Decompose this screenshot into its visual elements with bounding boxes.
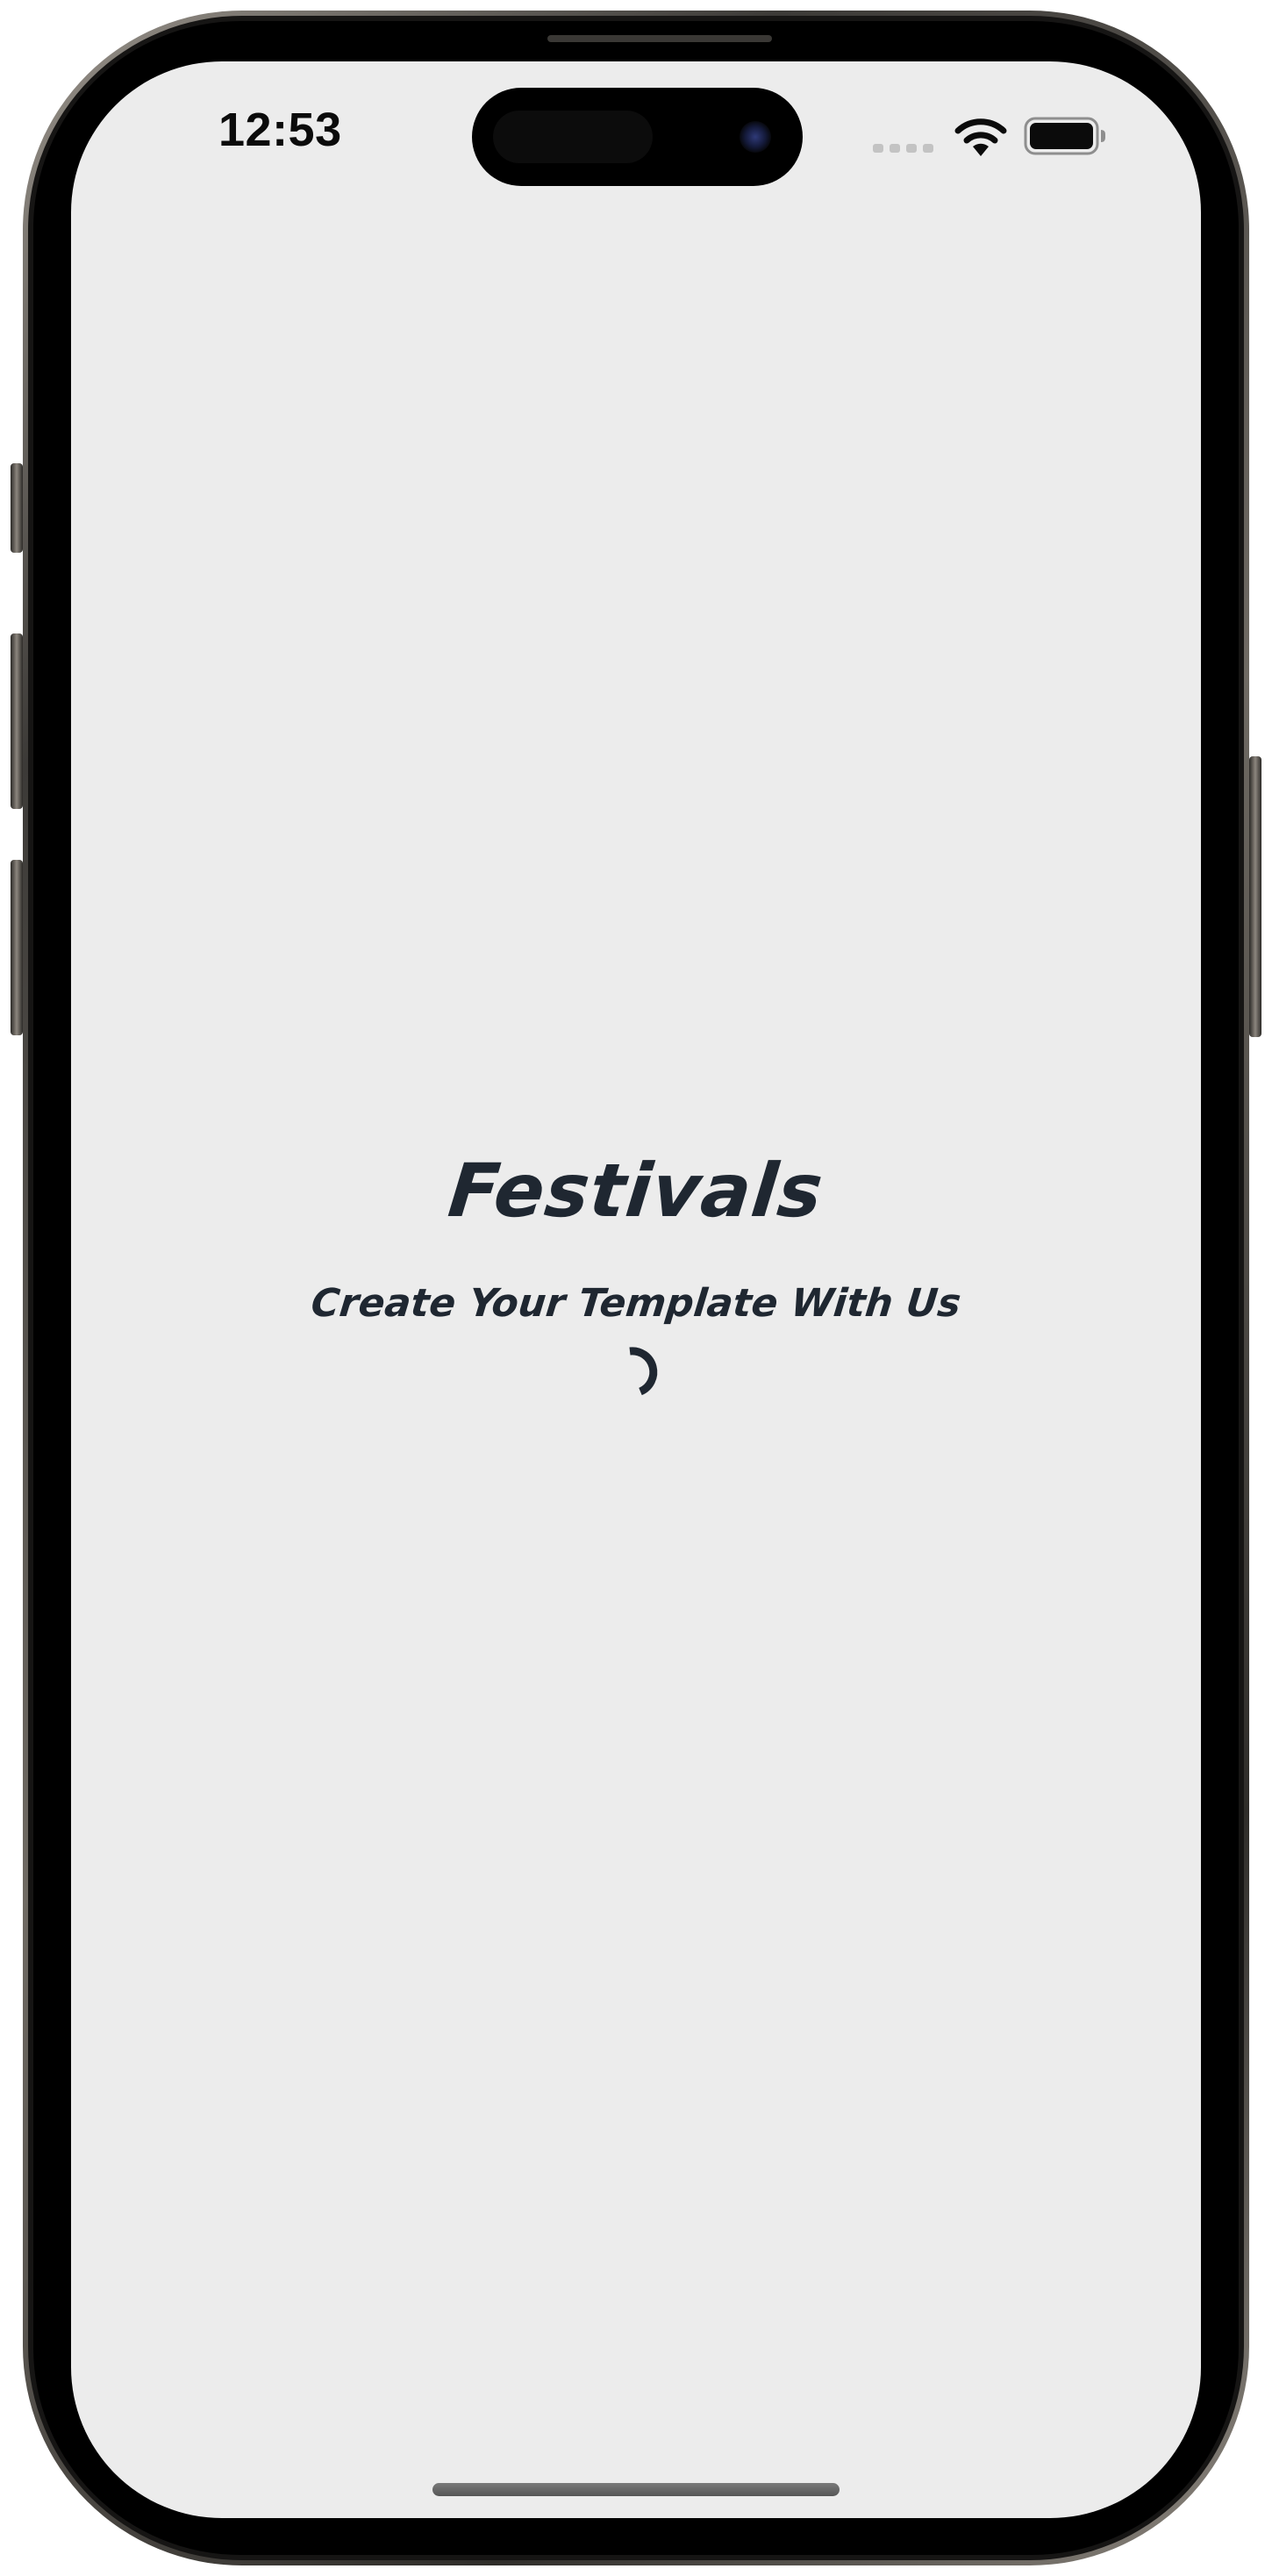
power-button xyxy=(1249,756,1261,1037)
volume-up-button xyxy=(11,633,23,809)
battery-icon xyxy=(1024,117,1105,155)
app-screen: 12:53 Festivals Create Your Template Wit… xyxy=(71,61,1201,2518)
action-button xyxy=(11,463,23,553)
status-time: 12:53 xyxy=(218,104,342,156)
front-camera-icon xyxy=(740,121,771,153)
volume-down-button xyxy=(11,860,23,1035)
island-sensor xyxy=(493,111,653,163)
app-title: Festivals xyxy=(444,1148,828,1234)
home-indicator[interactable] xyxy=(432,2483,840,2496)
app-subtitle: Create Your Template With Us xyxy=(309,1281,963,1326)
loading-spinner-icon xyxy=(629,1347,658,1396)
speaker-slit xyxy=(547,35,772,42)
wifi-icon xyxy=(954,118,1007,156)
dynamic-island xyxy=(472,88,803,186)
signal-strength-icon xyxy=(873,144,933,153)
